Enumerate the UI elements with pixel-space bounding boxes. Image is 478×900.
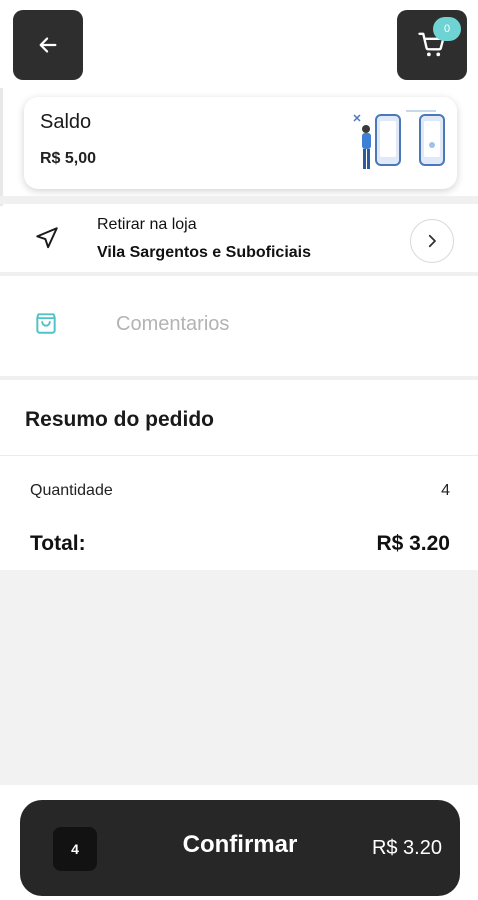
cart-button[interactable]: 0 [397, 10, 467, 80]
top-bar: 0 [0, 0, 478, 88]
chevron-right-icon [428, 234, 436, 248]
confirm-price: R$ 3.20 [371, 837, 442, 859]
cart-count-badge: 0 [433, 17, 461, 41]
pickup-chevron-button[interactable] [410, 219, 454, 263]
pickup-row[interactable]: Retirar na loja Vila Sargentos e Subofic… [0, 206, 478, 272]
empty-area [0, 570, 478, 785]
balance-card: Saldo R$ 5,00 [24, 97, 457, 189]
order-summary: Resumo do pedido Quantidade 4 Total: R$ … [0, 380, 478, 570]
total-label: Total: [30, 532, 86, 555]
comments-row [0, 276, 478, 376]
summary-title: Resumo do pedido [25, 408, 214, 431]
section-divider [0, 196, 478, 204]
arrow-left-icon [39, 37, 57, 53]
summary-divider [0, 455, 478, 456]
balance-value: R$ 5,00 [40, 150, 97, 167]
confirm-button[interactable]: 4 Confirmar R$ 3.20 [20, 800, 460, 896]
total-value: R$ 3.20 [376, 532, 450, 555]
phones-illustration [353, 110, 445, 169]
navigation-arrow-icon [36, 227, 58, 249]
balance-title: Saldo [40, 111, 92, 133]
back-button[interactable] [13, 10, 83, 80]
pickup-label: Retirar na loja [97, 216, 197, 233]
comments-input[interactable] [110, 304, 450, 344]
quantity-value: 4 [441, 482, 450, 499]
pickup-store-name: Vila Sargentos e Suboficiais [97, 244, 311, 261]
shopping-bag-icon [36, 313, 56, 334]
quantity-label: Quantidade [30, 482, 113, 499]
